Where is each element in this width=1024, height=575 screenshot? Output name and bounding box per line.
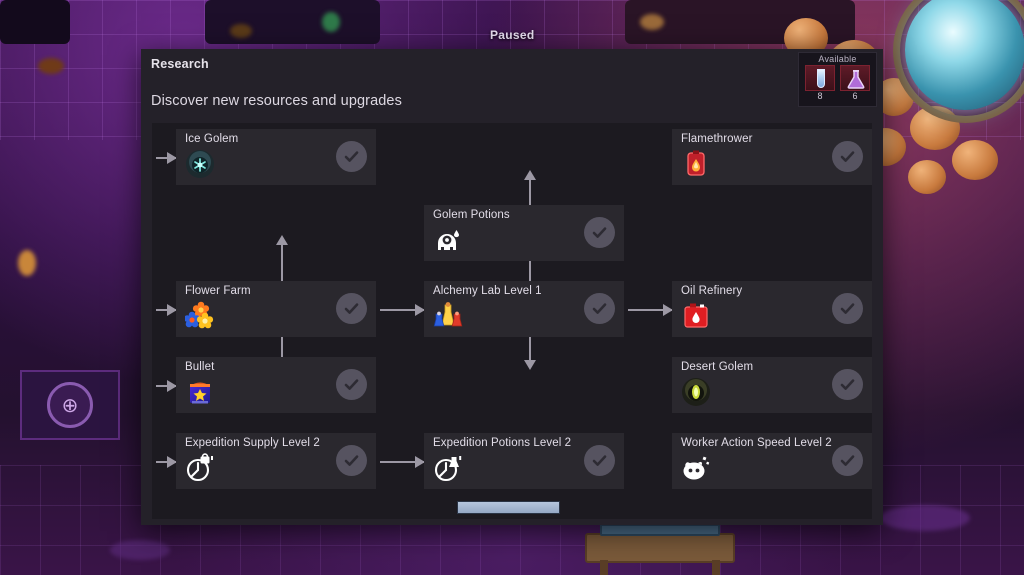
node-completed-check <box>336 369 367 400</box>
research-node-flamethrower[interactable]: Flamethrower <box>672 129 872 185</box>
oil-refinery-icon <box>681 301 711 331</box>
arrow-flower-farm-to-alchemy-lab <box>380 304 425 316</box>
research-node-flower-farm[interactable]: Flower Farm <box>176 281 376 337</box>
arrow-into-ice-golem <box>156 152 177 164</box>
workbench-leg-right <box>712 560 720 575</box>
moss-blob-1 <box>38 58 64 74</box>
horizontal-scrollbar[interactable] <box>152 497 872 519</box>
window-subheader: Discover new resources and upgrades Avai… <box>141 52 883 123</box>
flower-farm-icon <box>183 301 215 331</box>
workbench <box>585 533 735 563</box>
node-completed-check <box>584 217 615 248</box>
workbench-top <box>600 524 720 536</box>
research-window: Research ? ✕ Discover new resources and … <box>141 49 883 525</box>
worker-action-speed-icon <box>681 453 711 483</box>
research-node-bullet[interactable]: Bullet <box>176 357 376 413</box>
available-resource-alchemy[interactable]: 6 <box>840 65 870 101</box>
arrow-into-flower-farm <box>156 304 177 316</box>
moss-blob-7 <box>880 505 970 531</box>
research-node-oil-refinery[interactable]: Oil Refinery <box>672 281 872 337</box>
moss-blob-3 <box>322 12 340 32</box>
node-completed-check <box>832 141 863 172</box>
moss-blob-4 <box>230 24 252 38</box>
moss-blob-5 <box>640 14 664 30</box>
workbench-leg-left <box>600 560 608 575</box>
cave-region-mid <box>205 0 380 44</box>
research-node-desert-golem[interactable]: Desert Golem <box>672 357 872 413</box>
expedition-potions-icon <box>433 453 463 483</box>
arrow-into-expedition-supply <box>156 456 177 468</box>
arrow-alchemy-lab-to-oil-refinery <box>628 304 673 316</box>
node-completed-check <box>832 293 863 324</box>
node-title: Bullet <box>185 361 215 373</box>
available-resource-science[interactable]: 8 <box>805 65 835 101</box>
research-node-alchemy-lab-level-1[interactable]: Alchemy Lab Level 1 <box>424 281 624 337</box>
research-node-ice-golem[interactable]: Ice Golem <box>176 129 376 185</box>
desert-golem-icon <box>681 377 711 407</box>
alchemy-lab-icon <box>433 301 463 331</box>
window-title: Research <box>151 57 209 71</box>
node-title: Expedition Potions Level 2 <box>433 437 572 449</box>
arrow-expedition-supply-to-potions <box>380 456 425 468</box>
research-tree-scroll-area[interactable]: Ice Golem Flamethrower Golem Potions Flo… <box>152 123 872 497</box>
moss-blob-6 <box>110 540 170 560</box>
wheel-icon: ⊕ <box>47 382 93 428</box>
node-completed-check <box>832 445 863 476</box>
node-title: Ice Golem <box>185 133 239 145</box>
node-title: Golem Potions <box>433 209 510 221</box>
window-bottom-padding <box>141 519 883 525</box>
scrollbar-thumb[interactable] <box>457 501 560 514</box>
alchemy-count: 6 <box>852 91 858 101</box>
science-count: 8 <box>817 91 823 101</box>
flask-icon <box>840 65 870 91</box>
crystal-orb <box>905 0 1024 110</box>
test-tube-icon <box>805 65 835 91</box>
node-completed-check <box>336 445 367 476</box>
node-title: Expedition Supply Level 2 <box>185 437 320 449</box>
available-items: 8 6 <box>799 65 876 101</box>
research-node-golem-potions[interactable]: Golem Potions <box>424 205 624 261</box>
ice-golem-icon <box>185 149 215 179</box>
window-subtitle: Discover new resources and upgrades <box>151 93 402 109</box>
node-completed-check <box>584 293 615 324</box>
node-completed-check <box>584 445 615 476</box>
expedition-supply-icon <box>185 453 215 483</box>
flamethrower-icon <box>681 149 711 179</box>
research-node-worker-action-speed-level-2[interactable]: Worker Action Speed Level 2 <box>672 433 872 489</box>
bullet-icon <box>185 377 215 407</box>
window-titlebar: Research ? ✕ <box>141 49 883 79</box>
moss-blob-2 <box>18 250 36 276</box>
node-title: Flower Farm <box>185 285 251 297</box>
node-title: Oil Refinery <box>681 285 743 297</box>
node-title: Worker Action Speed Level 2 <box>681 437 832 449</box>
arrow-into-bullet <box>156 380 177 392</box>
node-title: Flamethrower <box>681 133 753 145</box>
node-completed-check <box>336 293 367 324</box>
cave-region-left <box>0 0 70 44</box>
research-tree-canvas: Ice Golem Flamethrower Golem Potions Flo… <box>152 123 872 497</box>
research-node-expedition-supply-level-2[interactable]: Expedition Supply Level 2 <box>176 433 376 489</box>
golem-potions-icon <box>433 225 463 255</box>
node-completed-check <box>336 141 367 172</box>
research-node-expedition-potions-level-2[interactable]: Expedition Potions Level 2 <box>424 433 624 489</box>
node-title: Desert Golem <box>681 361 754 373</box>
paused-indicator: Paused <box>490 28 535 42</box>
available-label: Available <box>818 54 857 64</box>
node-title: Alchemy Lab Level 1 <box>433 285 542 297</box>
node-completed-check <box>832 369 863 400</box>
available-resources-panel: Available 8 6 <box>798 52 877 107</box>
